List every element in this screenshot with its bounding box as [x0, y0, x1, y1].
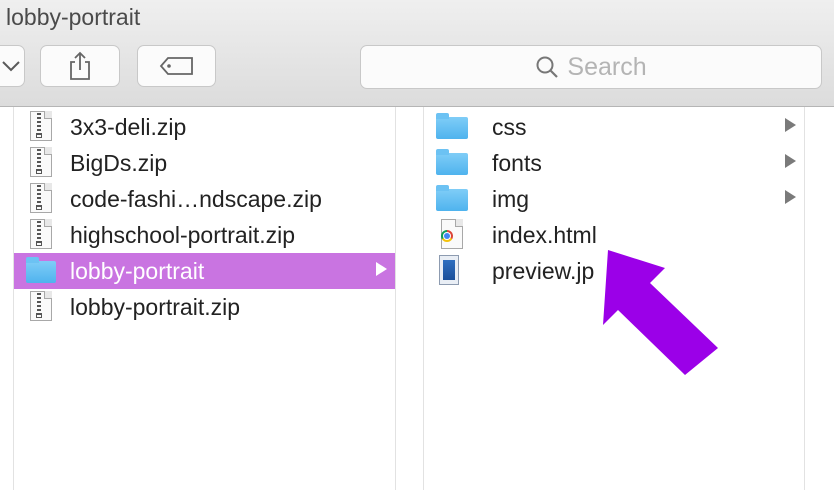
list-item[interactable]: img [424, 181, 804, 217]
folder-icon [26, 255, 56, 287]
tag-button[interactable] [137, 45, 216, 87]
disclosure-arrow-icon [376, 262, 387, 276]
disclosure-arrow-icon [785, 118, 796, 132]
item-label: img [492, 185, 530, 212]
list-item[interactable]: 3x3-deli.zip [14, 109, 395, 145]
list-item[interactable]: BigDs.zip [14, 145, 395, 181]
item-label: highschool-portrait.zip [70, 221, 296, 248]
back-button[interactable] [0, 45, 25, 87]
item-label: fonts [492, 149, 542, 176]
list-item[interactable]: lobby-portrait.zip [14, 289, 395, 325]
folder-icon [436, 111, 468, 143]
window-toolbar: lobby-portrait Search [0, 0, 834, 107]
list-item[interactable]: css [424, 109, 804, 145]
zip-file-icon [30, 183, 52, 215]
item-label: 3x3-deli.zip [70, 113, 187, 140]
disclosure-arrow-icon [785, 190, 796, 204]
folder-icon [436, 147, 468, 179]
search-field[interactable]: Search [360, 45, 822, 89]
column-downloads[interactable]: 3x3-deli.zip BigDs.zip code-fashi…ndscap… [14, 107, 396, 490]
chevron-down-icon [1, 61, 20, 72]
image-file-icon [436, 255, 468, 287]
item-label: index.html [492, 221, 597, 248]
column-empty[interactable] [805, 107, 834, 490]
column-parent[interactable] [0, 107, 14, 490]
column-divider[interactable] [396, 107, 424, 490]
item-label: lobby-portrait [70, 257, 205, 284]
share-icon [70, 51, 90, 80]
item-label: lobby-portrait.zip [70, 293, 241, 320]
annotation-arrow-icon [603, 250, 718, 375]
share-button[interactable] [40, 45, 120, 87]
list-item-selected[interactable]: lobby-portrait [14, 253, 395, 289]
tag-icon [159, 57, 193, 75]
item-label: preview.jp [492, 257, 595, 284]
html-file-icon [436, 219, 468, 251]
zip-file-icon [30, 291, 52, 323]
list-item[interactable]: highschool-portrait.zip [14, 217, 395, 253]
list-item[interactable]: code-fashi…ndscape.zip [14, 181, 395, 217]
folder-icon [436, 183, 468, 215]
item-label: css [492, 113, 527, 140]
disclosure-arrow-icon [785, 154, 796, 168]
search-icon [536, 56, 559, 78]
zip-file-icon [30, 147, 52, 179]
search-placeholder: Search [567, 52, 647, 81]
list-item[interactable]: fonts [424, 145, 804, 181]
zip-file-icon [30, 219, 52, 251]
zip-file-icon [30, 111, 52, 143]
window-title: lobby-portrait [6, 4, 141, 30]
item-label: BigDs.zip [70, 149, 168, 176]
item-label: code-fashi…ndscape.zip [70, 185, 322, 212]
